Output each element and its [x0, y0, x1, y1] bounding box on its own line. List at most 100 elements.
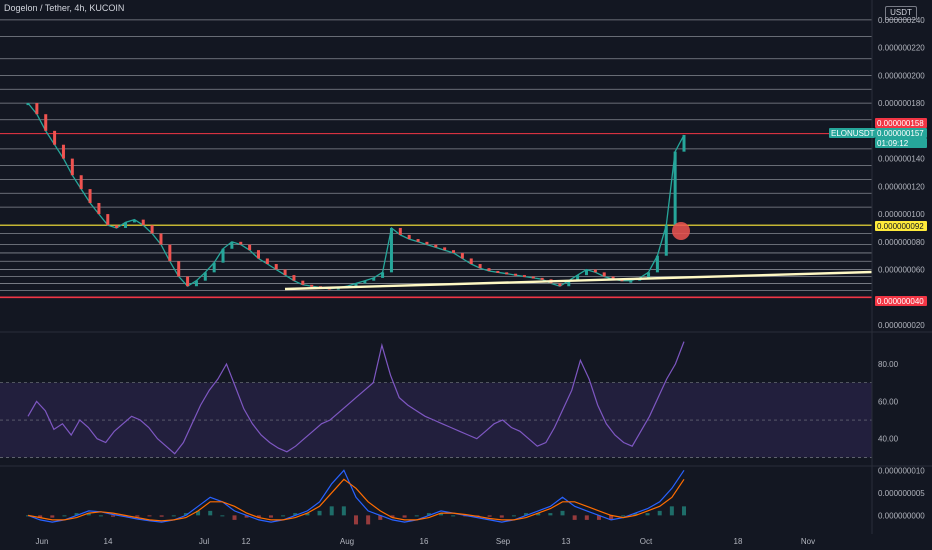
macd-histogram-bar	[159, 515, 164, 517]
price-tick-label: 0.000000180	[878, 99, 925, 108]
price-candle	[398, 227, 402, 235]
price-candle	[407, 234, 411, 240]
rsi-tick-label: 80.00	[878, 360, 899, 369]
price-tick-label: 0.000000240	[878, 16, 925, 25]
price-candle	[443, 247, 447, 251]
macd-histogram-bar	[584, 515, 589, 520]
price-candle	[194, 280, 198, 287]
macd-histogram-bar	[499, 515, 504, 518]
price-candle	[460, 252, 464, 259]
price-tick-label: 0.000000140	[878, 155, 925, 164]
macd-histogram-bar	[111, 515, 116, 517]
price-candle	[70, 158, 74, 176]
macd-histogram-bar	[341, 506, 346, 516]
price-candle	[97, 202, 101, 215]
price-tag-label: 0.000000092	[877, 222, 924, 231]
macd-histogram-bar	[560, 510, 565, 516]
macd-histogram-bar	[402, 515, 407, 518]
price-candle	[35, 103, 39, 115]
macd-histogram-bar	[62, 515, 67, 517]
macd-histogram-bar	[572, 515, 577, 520]
price-tick-label: 0.000000080	[878, 238, 925, 247]
highlight-circle	[672, 222, 690, 240]
price-candle	[514, 273, 518, 276]
price-candle	[230, 241, 234, 249]
price-candle	[522, 275, 526, 278]
price-candle	[79, 175, 83, 190]
price-candle	[301, 280, 305, 285]
price-candle	[452, 250, 456, 253]
price-candle	[584, 269, 588, 276]
macd-histogram-bar	[657, 510, 662, 516]
price-candle	[150, 225, 154, 234]
price-tick-label: 0.000000220	[878, 44, 925, 53]
price-candle	[655, 255, 659, 273]
macd-histogram-bar	[268, 515, 273, 518]
rsi-tick-label: 60.00	[878, 397, 899, 406]
price-candle	[44, 114, 48, 131]
price-candle	[558, 283, 562, 287]
macd-histogram-bar	[451, 515, 456, 517]
price-candle	[310, 284, 314, 287]
price-candle	[132, 219, 136, 223]
price-candle	[647, 272, 651, 278]
trading-chart[interactable]: 0.000000240 0.000000220 0.000000200 0.00000…	[0, 0, 932, 550]
macd-histogram-bar	[135, 515, 140, 517]
price-candle	[602, 272, 606, 277]
rsi-band	[0, 382, 872, 458]
macd-histogram-bar	[682, 506, 686, 516]
macd-histogram-bar	[147, 515, 152, 517]
price-candle	[106, 214, 110, 226]
macd-histogram-bar	[354, 515, 358, 525]
time-tick-label: Nov	[801, 537, 815, 546]
price-candle	[496, 270, 500, 273]
time-tick-label: 14	[104, 537, 113, 546]
price-candle	[540, 277, 544, 280]
macd-histogram-bar	[208, 510, 213, 516]
time-tick-label: 13	[562, 537, 571, 546]
price-candle	[141, 219, 145, 226]
price-candle	[212, 262, 216, 273]
time-tick-label: Aug	[340, 537, 354, 546]
price-tag-label: 01:09:12	[877, 139, 909, 148]
macd-histogram-bar	[50, 515, 55, 518]
price-candle	[26, 103, 30, 106]
rsi-tick-label: 40.00	[878, 435, 899, 444]
price-candle	[248, 244, 252, 251]
price-candle	[274, 264, 278, 270]
price-tick-label: 0.000000200	[878, 71, 925, 80]
price-candle	[389, 227, 393, 273]
time-tick-label: Oct	[640, 537, 653, 546]
price-candle	[124, 222, 128, 228]
price-tick-label: 0.000000060	[878, 266, 925, 275]
price-levels	[0, 19, 932, 333]
time-tick-label: 18	[734, 537, 743, 546]
price-candle	[256, 250, 260, 259]
time-tick-label: 16	[420, 537, 429, 546]
macd-tick-label: 0.000000005	[878, 489, 925, 498]
price-candle	[203, 272, 207, 281]
macd-pane	[26, 469, 686, 525]
price-candle	[682, 135, 686, 152]
macd-histogram-bar	[414, 515, 419, 517]
price-candle	[434, 244, 438, 248]
time-tick-label: 12	[242, 537, 251, 546]
macd-histogram-bar	[487, 515, 492, 517]
rsi-pane	[0, 341, 932, 467]
macd-tick-label: 0.000000000	[878, 511, 925, 520]
price-candle	[53, 130, 57, 145]
price-candle	[425, 241, 429, 245]
price-candle	[505, 272, 509, 275]
price-candle	[88, 189, 92, 203]
price-candle	[487, 268, 491, 271]
price-candle	[363, 280, 367, 284]
price-candle	[283, 269, 287, 276]
axis-labels: 0.000000240 0.000000220 0.000000200 0.00000…	[36, 0, 925, 546]
macd-histogram-bar	[366, 515, 371, 525]
macd-histogram-bar	[317, 510, 322, 516]
price-tick-label: 0.000000100	[878, 210, 925, 219]
time-tick-label: Jun	[36, 537, 49, 546]
macd-histogram-bar	[548, 513, 553, 516]
price-candle	[416, 239, 420, 242]
price-tag-label: ELONUSDT	[831, 129, 875, 138]
